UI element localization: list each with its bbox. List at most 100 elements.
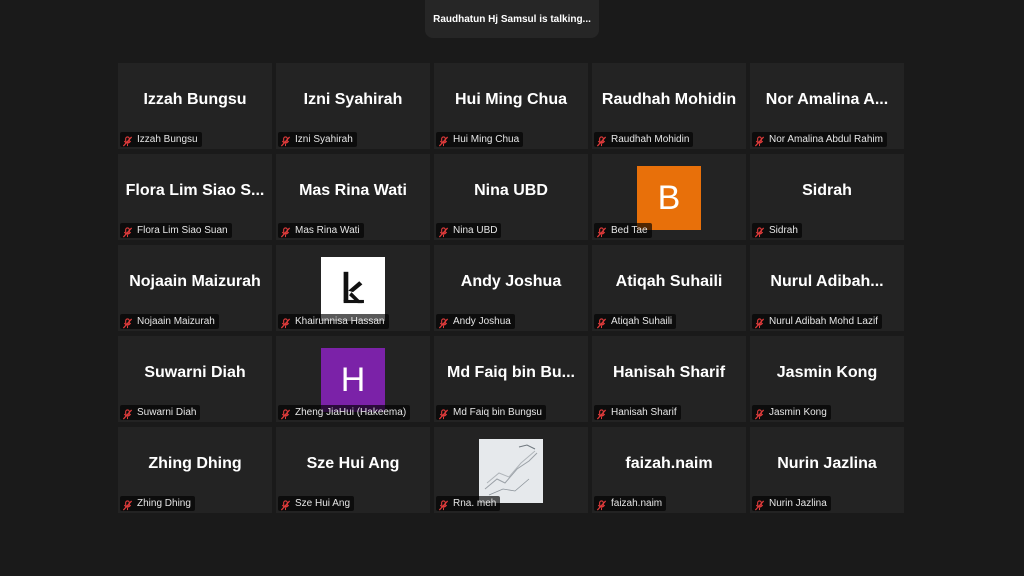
participant-name-label: Andy Joshua (453, 316, 511, 327)
participant-name-label: Hanisah Sharif (611, 407, 677, 418)
participant-tile[interactable]: faizah.naim faizah.naim (592, 427, 746, 513)
mic-muted-icon (122, 498, 133, 511)
participant-name-label: Sze Hui Ang (295, 498, 351, 509)
avatar-letter: H (340, 360, 366, 399)
participant-display-name: Sze Hui Ang (306, 455, 400, 472)
participant-tile[interactable]: Zhing Dhing Zhing Dhing (118, 427, 272, 513)
participant-display-name: Izni Syahirah (303, 91, 403, 108)
participant-display-name: Nina UBD (474, 182, 548, 199)
handwritten-note-image (479, 439, 543, 503)
participant-tile[interactable]: Andy Joshua Andy Joshua (434, 245, 588, 331)
mic-muted-icon (754, 316, 765, 329)
participant-name-bar: Atiqah Suhaili (594, 314, 677, 329)
participant-name-bar: Izni Syahirah (278, 132, 357, 147)
participant-tile[interactable]: Rna. meh (434, 427, 588, 513)
participant-avatar: H (321, 348, 385, 412)
participant-name-label: Flora Lim Siao Suan (137, 225, 228, 236)
participant-display-name: Zhing Dhing (148, 455, 242, 472)
participant-tile[interactable]: Hui Ming Chua Hui Ming Chua (434, 63, 588, 149)
participant-name-bar: Nurul Adibah Mohd Lazif (752, 314, 882, 329)
participant-name-label: Suwarni Diah (137, 407, 197, 418)
participant-tile[interactable]: Nina UBD Nina UBD (434, 154, 588, 240)
mic-muted-icon (280, 316, 291, 329)
participant-tile[interactable]: Jasmin Kong Jasmin Kong (750, 336, 904, 422)
mic-muted-icon (438, 225, 449, 238)
participant-tile[interactable]: Nurul Adibah... Nurul Adibah Mohd Lazif (750, 245, 904, 331)
participant-tile[interactable]: Nojaain Maizurah Nojaain Maizurah (118, 245, 272, 331)
participant-tile[interactable]: Khairunnisa Hassan (276, 245, 430, 331)
participant-display-name: Andy Joshua (460, 273, 562, 290)
mic-muted-icon (596, 498, 607, 511)
participant-display-name: Mas Rina Wati (299, 182, 407, 199)
participant-name-bar: Rna. meh (436, 496, 501, 511)
k-logo-icon (343, 271, 364, 304)
participant-tile[interactable]: Izni Syahirah Izni Syahirah (276, 63, 430, 149)
mic-muted-icon (122, 407, 133, 420)
participant-tile[interactable]: Mas Rina Wati Mas Rina Wati (276, 154, 430, 240)
participant-tile[interactable]: Md Faiq bin Bu... Md Faiq bin Bungsu (434, 336, 588, 422)
participant-name-label: Nojaain Maizurah (137, 316, 215, 327)
participant-name-label: Nurul Adibah Mohd Lazif (769, 316, 878, 327)
participant-tile[interactable]: Sidrah Sidrah (750, 154, 904, 240)
participant-avatar: B (637, 166, 701, 230)
participant-display-name: Md Faiq bin Bu... (447, 364, 575, 381)
mic-muted-icon (596, 407, 607, 420)
participant-tile[interactable]: Hanisah Sharif Hanisah Sharif (592, 336, 746, 422)
participant-display-name: Nojaain Maizurah (129, 273, 261, 290)
participant-display-name: Sidrah (802, 182, 852, 199)
participant-tile[interactable]: Flora Lim Siao S... Flora Lim Siao Suan (118, 154, 272, 240)
participant-tile[interactable]: B Bed Tae (592, 154, 746, 240)
participant-name-label: Khairunnisa Hassan (295, 316, 385, 327)
participant-name-bar: Hui Ming Chua (436, 132, 524, 147)
participant-name-label: Rna. meh (453, 498, 497, 509)
participant-name-label: Jasmin Kong (769, 407, 827, 418)
avatar-letter: B (657, 178, 681, 217)
participant-name-label: Hui Ming Chua (453, 134, 520, 145)
participant-display-name: Suwarni Diah (144, 364, 246, 381)
mic-muted-icon (280, 225, 291, 238)
participant-name-bar: Nor Amalina Abdul Rahim (752, 132, 887, 147)
participant-name-bar: Nojaain Maizurah (120, 314, 219, 329)
participant-display-name: Flora Lim Siao S... (125, 182, 265, 199)
participant-name-label: Izni Syahirah (295, 134, 353, 145)
participant-name-label: Raudhah Mohidin (611, 134, 690, 145)
participant-tile[interactable]: Sze Hui Ang Sze Hui Ang (276, 427, 430, 513)
participant-display-name: Nor Amalina A... (765, 91, 889, 108)
participant-tile[interactable]: Atiqah Suhaili Atiqah Suhaili (592, 245, 746, 331)
mic-muted-icon (438, 134, 449, 147)
mic-muted-icon (754, 498, 765, 511)
participant-name-bar: Jasmin Kong (752, 405, 831, 420)
participant-tile[interactable]: Nurin Jazlina Nurin Jazlina (750, 427, 904, 513)
participant-name-label: Sidrah (769, 225, 798, 236)
mic-muted-icon (280, 498, 291, 511)
participant-name-label: Mas Rina Wati (295, 225, 360, 236)
participant-tile[interactable]: Raudhah Mohidin Raudhah Mohidin (592, 63, 746, 149)
participant-display-name: Raudhah Mohidin (601, 91, 737, 108)
participant-tile[interactable]: Izzah Bungsu Izzah Bungsu (118, 63, 272, 149)
participant-tile[interactable]: Suwarni Diah Suwarni Diah (118, 336, 272, 422)
participant-tile[interactable]: H Zheng JiaHui (Hakeema) (276, 336, 430, 422)
mic-muted-icon (122, 225, 133, 238)
mic-muted-icon (438, 498, 449, 511)
participant-avatar-logo (321, 257, 385, 321)
mic-muted-icon (122, 316, 133, 329)
participant-name-bar: Andy Joshua (436, 314, 515, 329)
participant-name-bar: Bed Tae (594, 223, 652, 238)
active-speaker-banner: Raudhatun Hj Samsul is talking... (425, 0, 599, 38)
participant-display-name: Hui Ming Chua (455, 91, 567, 108)
mic-muted-icon (280, 134, 291, 147)
mic-muted-icon (596, 134, 607, 147)
mic-muted-icon (122, 134, 133, 147)
participant-name-bar: Md Faiq bin Bungsu (436, 405, 546, 420)
participant-name-bar: Izzah Bungsu (120, 132, 202, 147)
mic-muted-icon (596, 225, 607, 238)
participant-display-name: Jasmin Kong (776, 364, 878, 381)
mic-muted-icon (754, 134, 765, 147)
participant-name-bar: Nina UBD (436, 223, 502, 238)
active-speaker-text: Raudhatun Hj Samsul is talking... (433, 13, 591, 25)
participant-tile[interactable]: Nor Amalina A... Nor Amalina Abdul Rahim (750, 63, 904, 149)
participant-name-label: Nor Amalina Abdul Rahim (769, 134, 883, 145)
mic-muted-icon (280, 407, 291, 420)
participant-name-label: faizah.naim (611, 498, 663, 509)
participant-name-bar: Hanisah Sharif (594, 405, 681, 420)
